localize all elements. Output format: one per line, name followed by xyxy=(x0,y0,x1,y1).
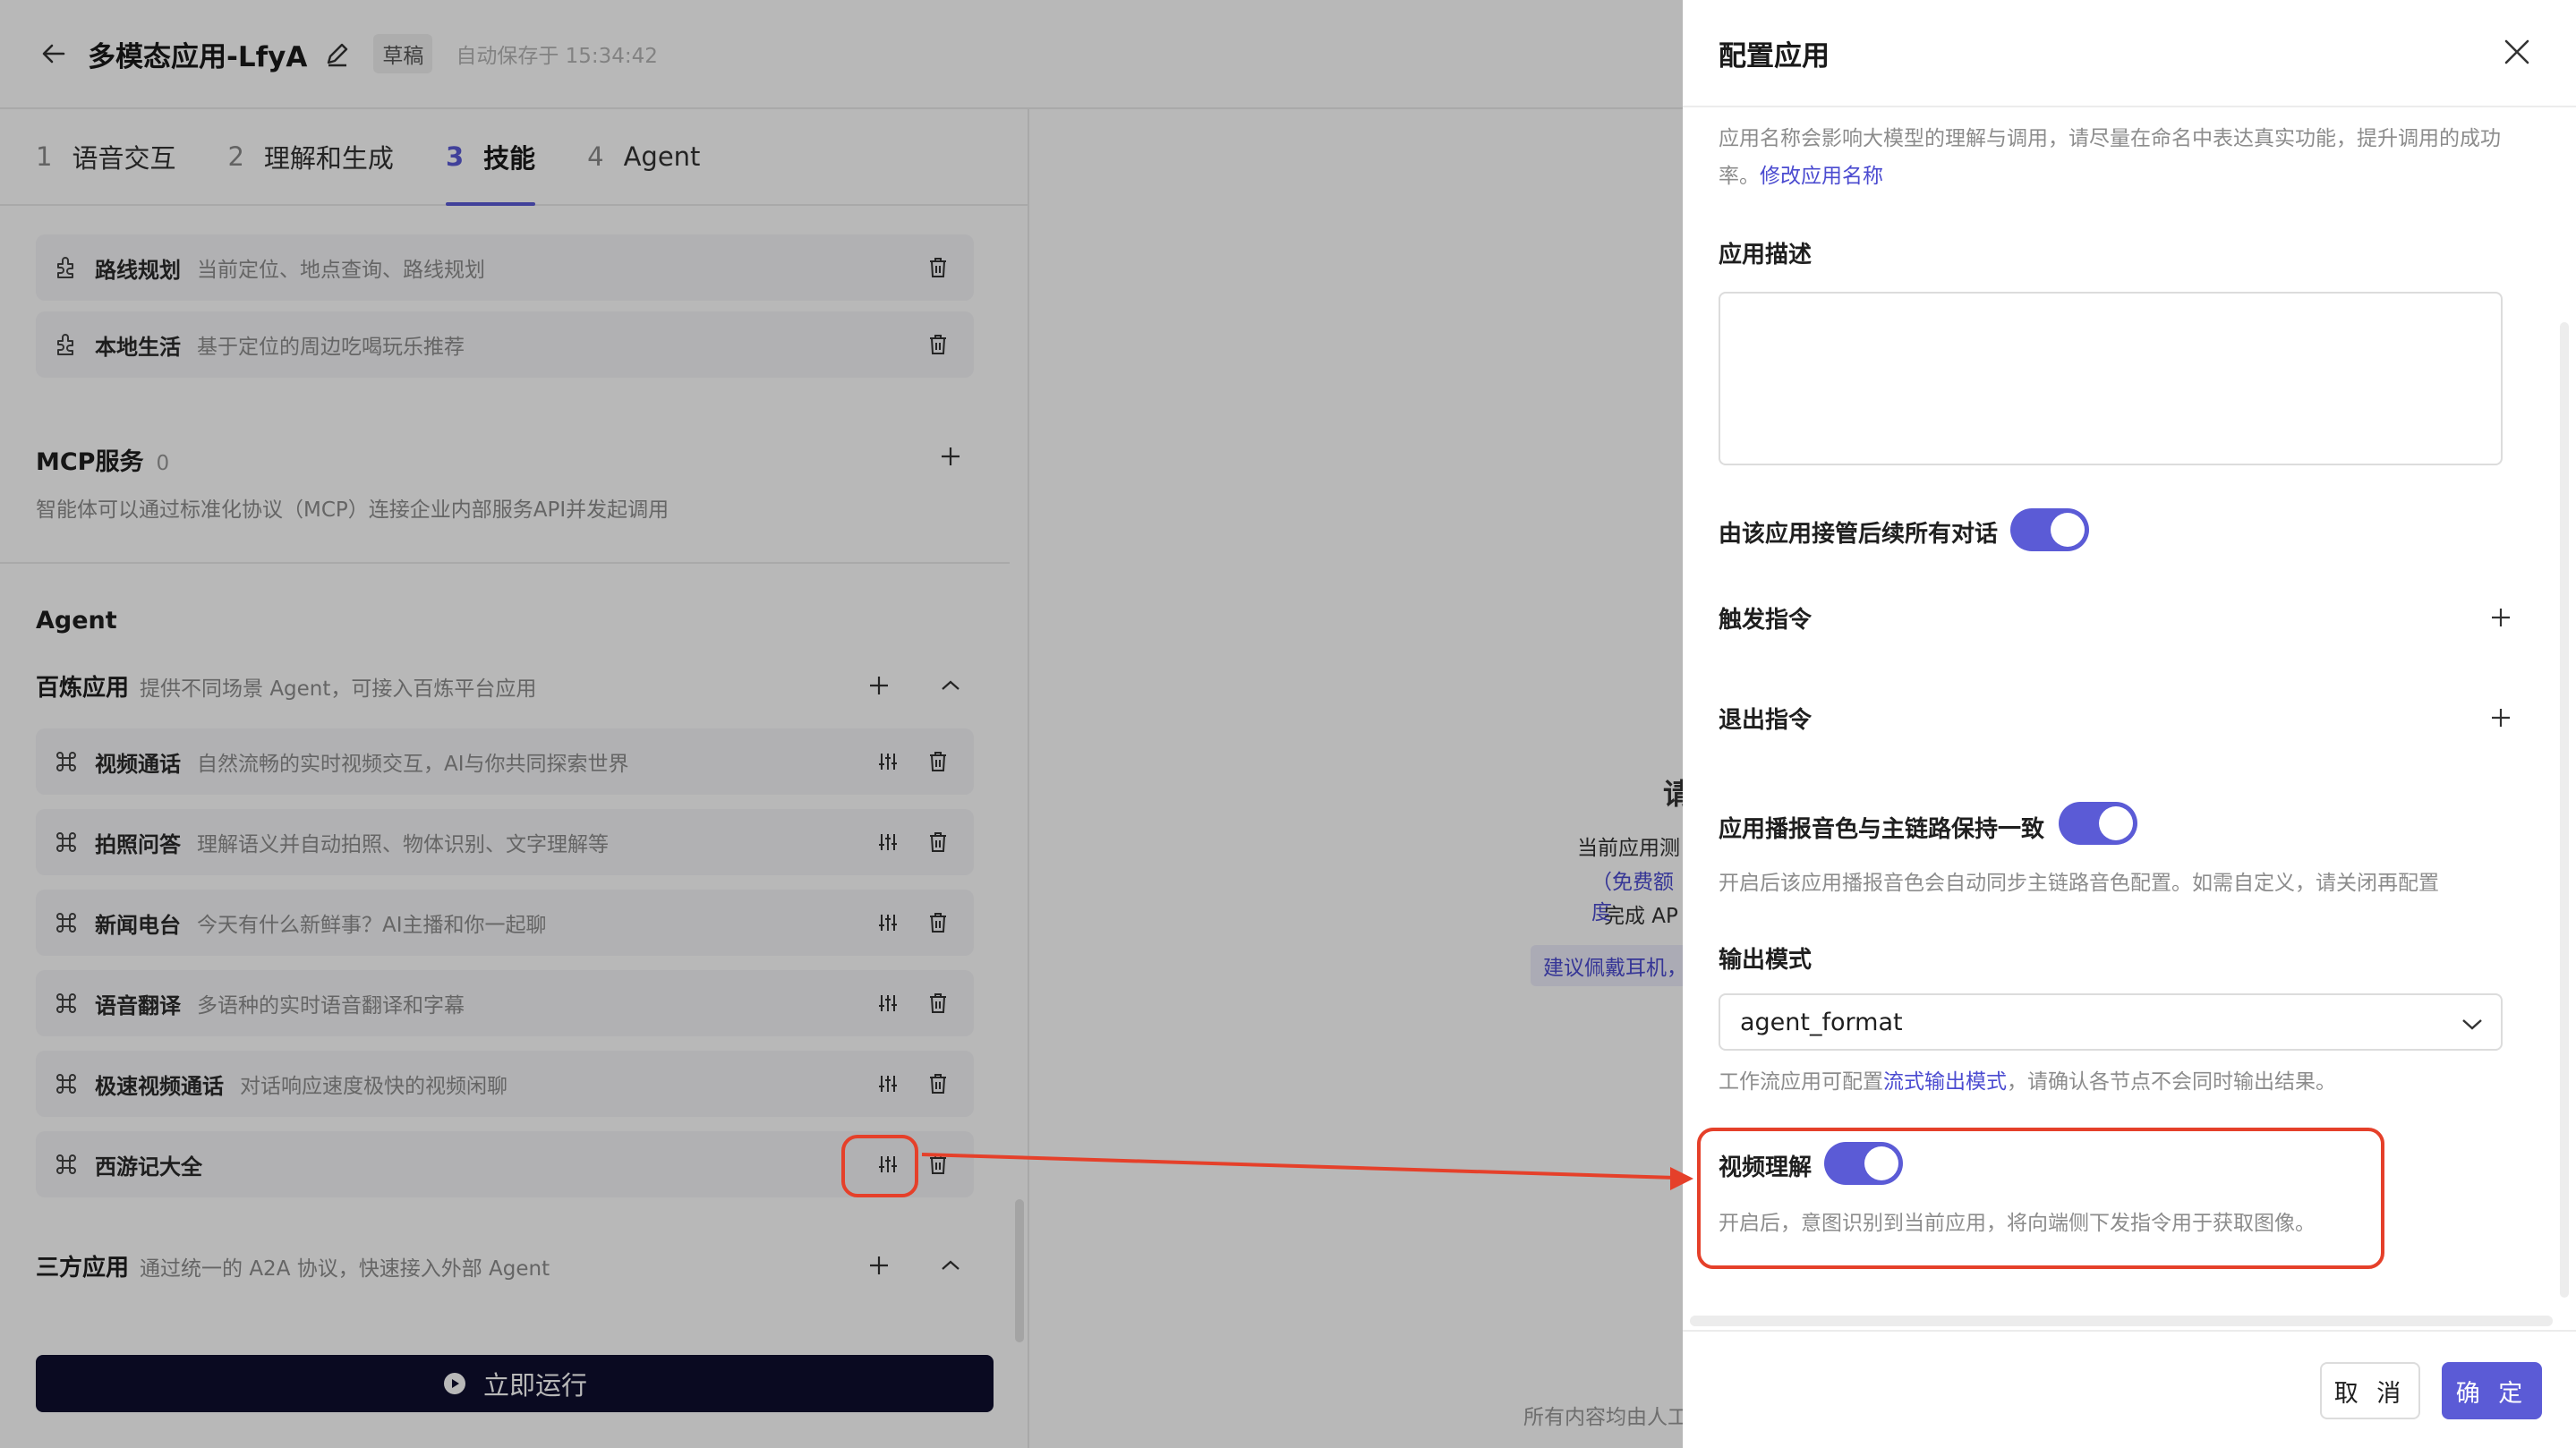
add-exit-button[interactable] xyxy=(2486,703,2515,732)
annotation-highlight-video-understanding xyxy=(1697,1128,2384,1269)
output-mode-hint: 工作流应用可配置流式输出模式，请确认各节点不会同时输出结果。 xyxy=(1719,1063,2506,1101)
modal-overlay[interactable] xyxy=(0,0,1683,1448)
voice-hint: 开启后该应用播报音色会自动同步主链路音色配置。如需自定义，请关闭再配置 xyxy=(1719,872,2439,895)
output-mode-select[interactable]: agent_format xyxy=(1719,993,2503,1051)
close-icon[interactable] xyxy=(2499,34,2535,70)
annotation-highlight-config-icon xyxy=(841,1135,918,1197)
trigger-label: 触发指令 xyxy=(1719,607,1813,634)
app-desc-textarea[interactable] xyxy=(1719,292,2503,465)
output-hint-pre: 工作流应用可配置 xyxy=(1719,1070,1883,1094)
add-trigger-button[interactable] xyxy=(2486,603,2515,632)
drawer-vertical-scrollbar[interactable] xyxy=(2560,322,2569,1298)
output-mode-value: agent_format xyxy=(1740,1008,1903,1036)
takeover-toggle[interactable] xyxy=(2010,508,2089,551)
confirm-button[interactable]: 确 定 xyxy=(2442,1362,2542,1419)
output-hint-post: ，请确认各节点不会同时输出结果。 xyxy=(2007,1070,2336,1094)
takeover-label: 由该应用接管后续所有对话 xyxy=(1719,521,1999,548)
app-desc-label: 应用描述 xyxy=(1719,242,1813,268)
drawer-horizontal-scrollbar[interactable] xyxy=(1690,1316,2553,1326)
chevron-down-icon xyxy=(2462,1019,2482,1030)
exit-label: 退出指令 xyxy=(1719,707,1813,734)
voice-consistency-label: 应用播报音色与主链路保持一致 xyxy=(1719,816,2045,843)
drawer-header: 配置应用 xyxy=(1683,0,2576,107)
streaming-mode-link[interactable]: 流式输出模式 xyxy=(1883,1070,2007,1094)
voice-consistency-toggle[interactable] xyxy=(2059,802,2137,845)
cancel-button[interactable]: 取 消 xyxy=(2320,1362,2420,1419)
rename-app-link[interactable]: 修改应用名称 xyxy=(1760,165,1883,188)
app-name-hint: 应用名称会影响大模型的理解与调用，请尽量在命名中表达真实功能，提升调用的成功率。… xyxy=(1719,120,2506,195)
drawer-title: 配置应用 xyxy=(1719,39,1830,72)
output-mode-label: 输出模式 xyxy=(1719,947,1813,974)
